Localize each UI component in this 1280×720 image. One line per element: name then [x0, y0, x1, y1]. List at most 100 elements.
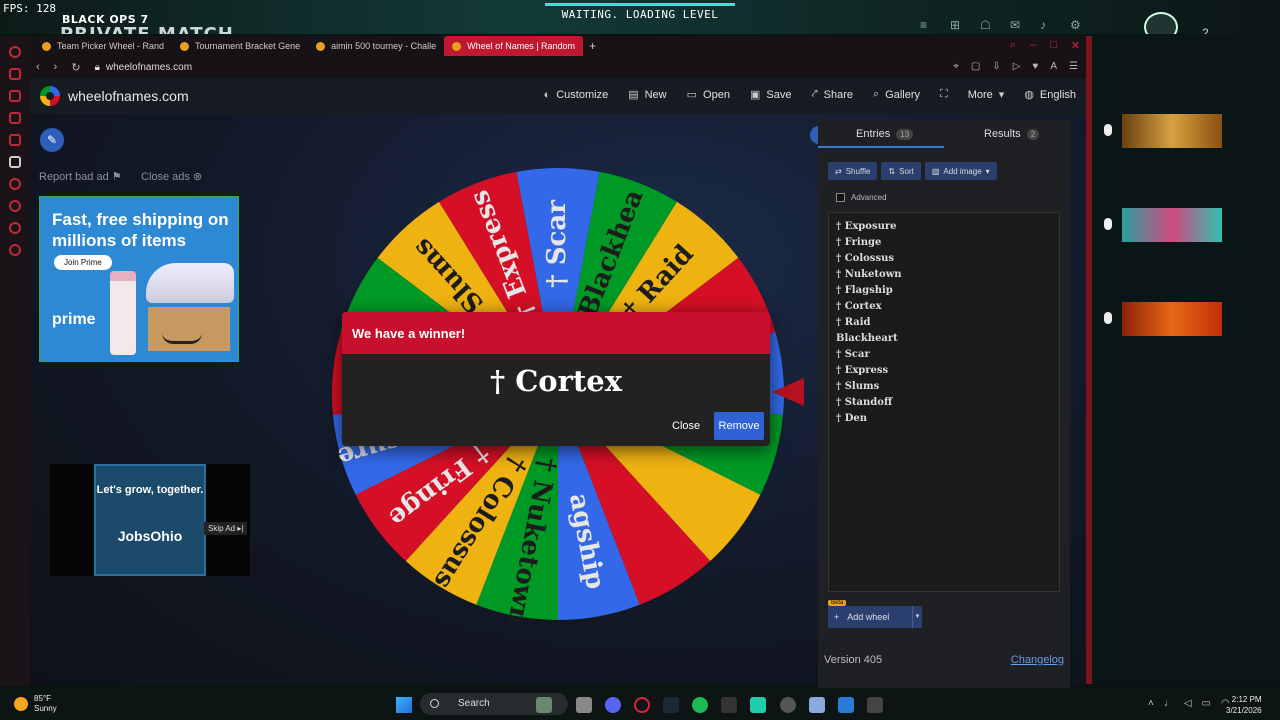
nav-label: Save: [766, 88, 792, 101]
menu-icon[interactable]: ≡: [920, 18, 934, 32]
reward-image[interactable]: [1122, 114, 1222, 148]
nav-customize[interactable]: ◐ Customize: [544, 88, 609, 101]
tab-active[interactable]: Wheel of Names | Random: [444, 36, 584, 56]
weather-widget[interactable]: 85°F Sunny: [14, 694, 57, 714]
controller-icon[interactable]: ⊞: [950, 18, 964, 32]
close-ads-label: Close ads: [141, 171, 190, 183]
game-overlay-bar: FPS: 128 BLACK OPS 7 PRIVATE MATCH WAITI…: [0, 0, 1280, 42]
speaker-icon[interactable]: ◁: [1184, 698, 1192, 709]
home-icon[interactable]: [9, 68, 21, 80]
notepad-icon[interactable]: [809, 697, 825, 713]
nav-gallery[interactable]: ⌕ Gallery: [873, 88, 920, 101]
join-prime-button[interactable]: Join Prime: [54, 255, 112, 270]
opera-gx-icon[interactable]: [634, 697, 650, 713]
checkbox[interactable]: [836, 193, 845, 202]
maximize-icon[interactable]: □: [1050, 39, 1057, 52]
close-ads-link[interactable]: Close ads ⊗: [141, 170, 202, 183]
cod-icon[interactable]: [721, 697, 737, 713]
history-icon[interactable]: [9, 112, 21, 124]
nav-new[interactable]: ▤ New: [628, 88, 666, 102]
spotify-icon[interactable]: [692, 697, 708, 713]
back-icon[interactable]: ‹: [36, 61, 40, 73]
reward-row: [1092, 114, 1242, 148]
microphone-icon[interactable]: ♩: [1164, 698, 1174, 709]
monitor-icon[interactable]: ▭: [1202, 698, 1211, 709]
nav-label: Gallery: [885, 88, 921, 101]
nav-open[interactable]: ▭ Open: [687, 88, 730, 102]
chevron-down-icon[interactable]: ▾: [912, 606, 922, 628]
favicon-icon: [452, 41, 462, 51]
menu-icon[interactable]: ☰: [1069, 61, 1078, 72]
widgets-icon[interactable]: [536, 697, 552, 713]
player-icon[interactable]: [9, 178, 21, 190]
cod-icon[interactable]: [867, 697, 883, 713]
settings-icon[interactable]: [9, 244, 21, 256]
changelog-link[interactable]: Changelog: [1011, 654, 1064, 666]
snapshot-icon[interactable]: ▢: [971, 61, 980, 72]
nav-share[interactable]: ⤤ Share: [811, 88, 853, 101]
entries-textarea[interactable]: † Exposure † Fringe † Colossus † Nuketown † …: [828, 212, 1060, 592]
tab-entries[interactable]: Entries 13: [856, 128, 914, 140]
tab[interactable]: Team Picker Wheel - Rand: [34, 36, 172, 56]
app-icon[interactable]: [838, 697, 854, 713]
pin-icon[interactable]: ⌖: [953, 61, 959, 72]
sort-button[interactable]: ⇅ Sort: [881, 162, 921, 180]
gear-icon[interactable]: [780, 697, 796, 713]
chevron-up-icon[interactable]: ˄: [1148, 698, 1154, 709]
gear-icon[interactable]: ⚙: [1070, 18, 1084, 32]
advanced-checkbox[interactable]: Advanced: [836, 193, 887, 202]
nav-save[interactable]: ▣ Save: [750, 88, 792, 102]
x-icon[interactable]: [9, 156, 21, 168]
jobsohio-ad[interactable]: Let's grow, together. JobsOhio Skip Ad ▸…: [50, 464, 250, 576]
ad-card: Let's grow, together. JobsOhio: [94, 464, 206, 576]
nav-label: More: [967, 88, 993, 101]
winner-name: † Cortex: [489, 364, 623, 398]
file-explorer-icon[interactable]: [576, 697, 592, 713]
steam-icon[interactable]: [663, 697, 679, 713]
forward-icon[interactable]: ›: [54, 61, 58, 73]
site-logo[interactable]: wheelofnames.com: [40, 86, 189, 106]
edit-button[interactable]: ✎: [40, 128, 64, 152]
reload-icon[interactable]: ↻: [71, 61, 80, 74]
new-tab-button[interactable]: +: [583, 39, 602, 53]
shuffle-button[interactable]: ⇄ Shuffle: [828, 162, 878, 180]
bell-icon[interactable]: ♪: [1040, 18, 1054, 32]
extensions-icon[interactable]: [9, 222, 21, 234]
nav-language[interactable]: ◍ English: [1024, 88, 1076, 102]
tab[interactable]: Tournament Bracket Gene: [172, 36, 308, 56]
clock-icon[interactable]: [9, 200, 21, 212]
url-text: wheelofnames.com: [105, 61, 193, 73]
reward-image[interactable]: [1122, 208, 1222, 242]
report-ad-link[interactable]: Report bad ad ⚑: [39, 170, 122, 183]
tab-results[interactable]: Results 2: [984, 128, 1040, 140]
mail-icon[interactable]: ✉: [1010, 18, 1024, 32]
app-icon[interactable]: [750, 697, 766, 713]
nav-label: Customize: [556, 88, 609, 101]
url-field[interactable]: 🔒︎ wheelofnames.com: [95, 62, 192, 73]
mouse-icon: [1104, 124, 1112, 136]
bookmark-icon[interactable]: [9, 90, 21, 102]
windows-start-icon[interactable]: [396, 697, 412, 713]
opera-icon[interactable]: [9, 46, 21, 58]
discord-icon[interactable]: [605, 697, 621, 713]
play-icon[interactable]: ▷: [1013, 61, 1021, 72]
remove-button[interactable]: Remove: [714, 412, 764, 440]
download-icon[interactable]: ⇩: [992, 61, 1000, 72]
tab[interactable]: aimin 500 tourney - Challe: [308, 36, 444, 56]
clock[interactable]: 2:12 PM 3/21/2026: [1226, 694, 1262, 716]
reward-image[interactable]: [1122, 302, 1222, 336]
add-wheel-button[interactable]: + Add wheel ▾: [828, 606, 922, 628]
minimize-icon[interactable]: –: [1030, 39, 1036, 52]
people-icon[interactable]: ☖: [980, 18, 994, 32]
ai-icon[interactable]: A: [1050, 61, 1057, 72]
nav-fullscreen[interactable]: ⛶: [940, 88, 948, 101]
close-icon[interactable]: ✕: [1071, 39, 1080, 52]
twitch-icon[interactable]: [9, 134, 21, 146]
amazon-prime-ad[interactable]: Fast, free shipping on millions of items…: [39, 196, 239, 362]
add-image-button[interactable]: ▨ Add image ▾: [924, 162, 997, 180]
search-tabs-icon[interactable]: ⌕: [1010, 39, 1016, 52]
close-button[interactable]: Close: [672, 420, 700, 432]
heart-icon[interactable]: ♥: [1032, 61, 1038, 72]
nav-more[interactable]: More ▾: [967, 88, 1005, 102]
skip-ad-button[interactable]: Skip Ad ▸|: [204, 522, 248, 535]
